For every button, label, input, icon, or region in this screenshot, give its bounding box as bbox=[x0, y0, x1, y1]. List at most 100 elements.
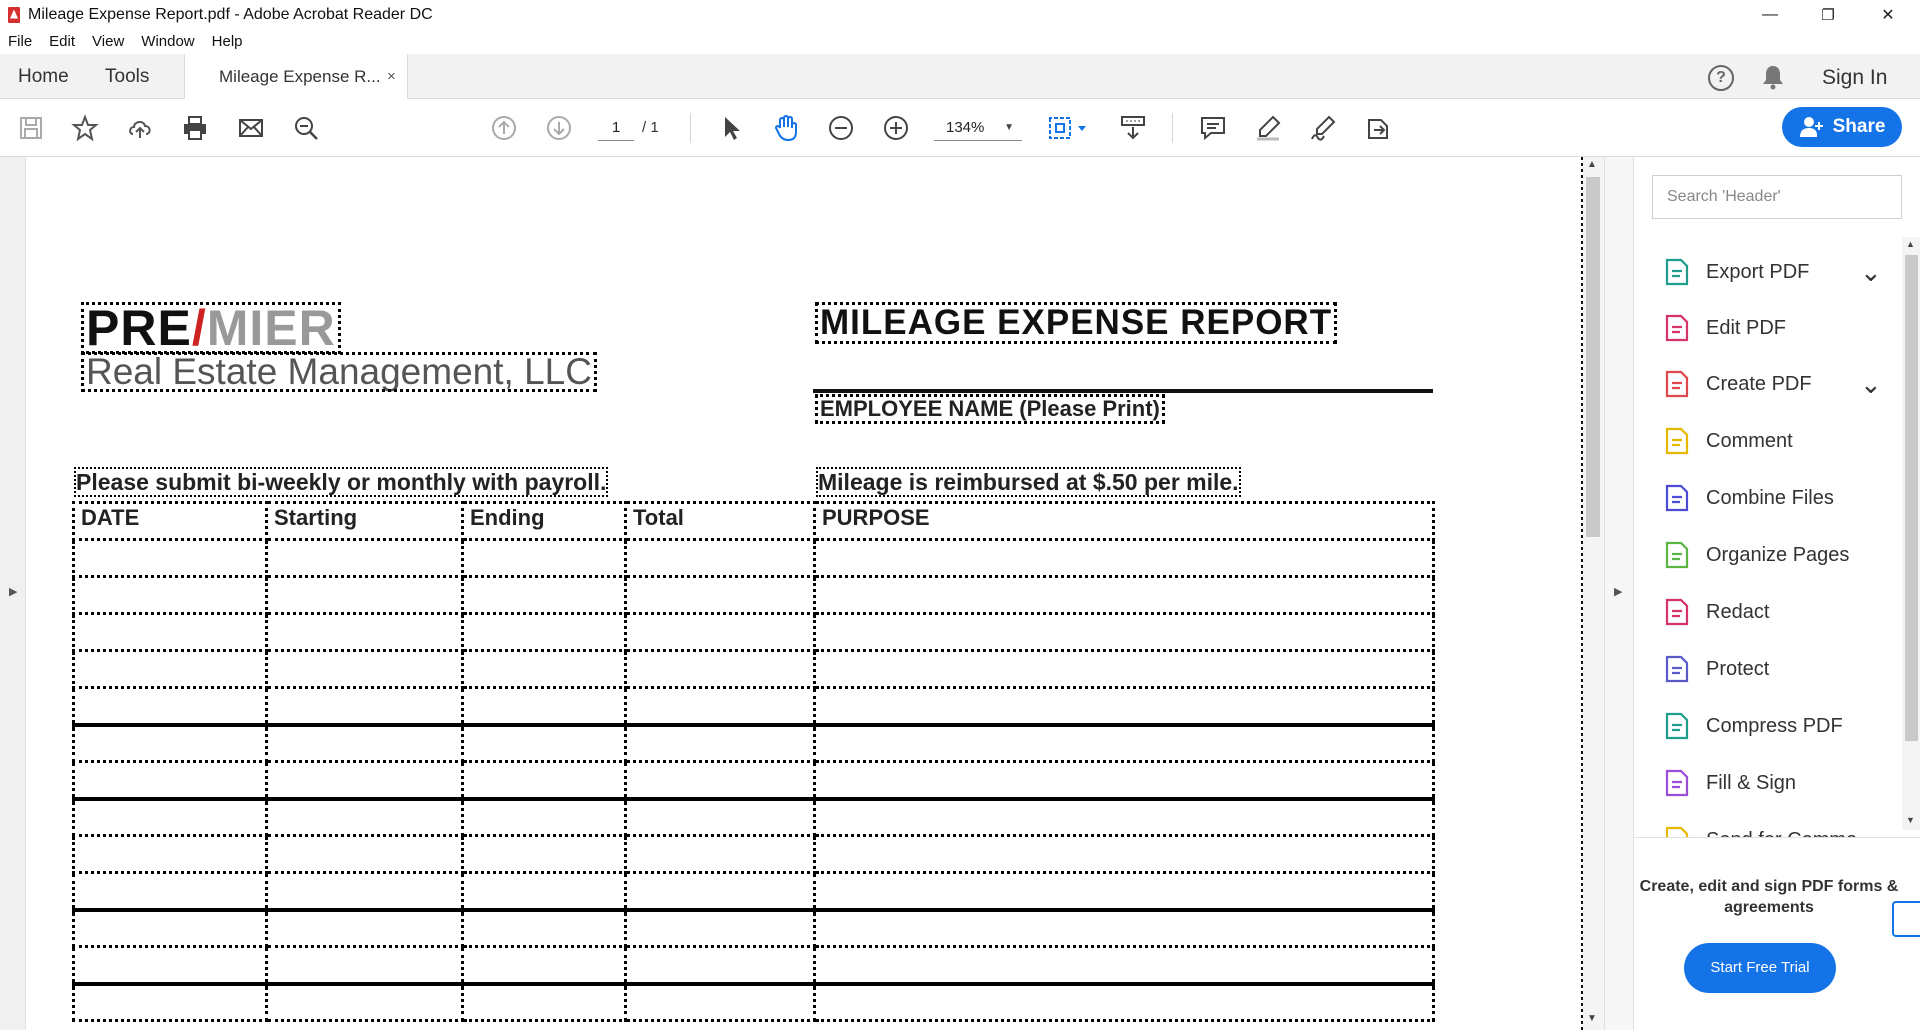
table-cell[interactable] bbox=[624, 575, 816, 615]
scrollbar-thumb[interactable] bbox=[1586, 177, 1600, 537]
table-cell[interactable] bbox=[813, 575, 1435, 615]
table-cell[interactable] bbox=[265, 575, 464, 615]
scroll-down-icon[interactable]: ▼ bbox=[1587, 1013, 1597, 1024]
table-cell[interactable] bbox=[624, 538, 816, 578]
table-cell[interactable] bbox=[72, 612, 268, 652]
tools-search-input[interactable]: Search 'Header' bbox=[1652, 175, 1902, 219]
email-icon[interactable] bbox=[236, 113, 266, 143]
table-cell[interactable] bbox=[265, 612, 464, 652]
table-cell[interactable] bbox=[461, 834, 627, 874]
menu-view[interactable]: View bbox=[92, 33, 124, 50]
table-cell[interactable] bbox=[265, 981, 464, 1022]
print-icon[interactable] bbox=[180, 113, 210, 143]
tool-item-organize-pages[interactable]: Organize Pages bbox=[1634, 530, 1902, 580]
select-cursor-icon[interactable] bbox=[716, 113, 746, 143]
table-cell[interactable] bbox=[265, 796, 464, 837]
tool-item-redact[interactable]: Redact bbox=[1634, 587, 1902, 637]
start-free-trial-button[interactable]: Start Free Trial bbox=[1684, 943, 1836, 993]
tool-item-comment[interactable]: Comment bbox=[1634, 416, 1902, 466]
table-cell[interactable] bbox=[265, 945, 464, 985]
right-panel-toggle-strip[interactable]: ▶ bbox=[1604, 157, 1633, 1030]
table-cell[interactable] bbox=[461, 981, 627, 1022]
table-cell[interactable] bbox=[813, 760, 1435, 800]
table-cell[interactable] bbox=[813, 834, 1435, 874]
table-cell[interactable] bbox=[624, 612, 816, 652]
table-cell[interactable] bbox=[265, 907, 464, 948]
chevron-down-icon[interactable]: ⌄ bbox=[1860, 259, 1882, 285]
menu-help[interactable]: Help bbox=[212, 33, 243, 50]
zoom-select[interactable]: 134% ▼ bbox=[934, 115, 1022, 141]
table-cell[interactable] bbox=[813, 722, 1435, 763]
table-cell[interactable] bbox=[461, 760, 627, 800]
notification-bell-icon[interactable] bbox=[1762, 64, 1784, 90]
document-scrollbar[interactable]: ▲ ▼ bbox=[1583, 157, 1604, 1030]
table-cell[interactable] bbox=[624, 907, 816, 948]
collapse-right-panel-icon[interactable]: ▶ bbox=[1614, 585, 1622, 598]
zoom-out-icon[interactable] bbox=[826, 113, 856, 143]
table-cell[interactable] bbox=[624, 686, 816, 726]
tool-item-fill-sign[interactable]: Fill & Sign bbox=[1634, 758, 1902, 808]
table-cell[interactable] bbox=[72, 722, 268, 763]
table-cell[interactable] bbox=[265, 686, 464, 726]
table-cell[interactable] bbox=[461, 796, 627, 837]
table-cell[interactable] bbox=[72, 871, 268, 911]
menu-edit[interactable]: Edit bbox=[49, 33, 75, 50]
table-cell[interactable] bbox=[461, 907, 627, 948]
table-cell[interactable] bbox=[813, 981, 1435, 1022]
sign-icon[interactable] bbox=[1308, 113, 1338, 143]
search-icon[interactable] bbox=[291, 113, 321, 143]
save-icon[interactable] bbox=[16, 113, 46, 143]
table-cell[interactable] bbox=[265, 722, 464, 763]
tab-home[interactable]: Home bbox=[18, 54, 69, 99]
table-cell[interactable] bbox=[265, 649, 464, 689]
table-cell[interactable] bbox=[72, 945, 268, 985]
scroll-up-icon[interactable]: ▲ bbox=[1587, 159, 1597, 170]
hand-icon[interactable] bbox=[771, 113, 801, 143]
table-cell[interactable] bbox=[813, 796, 1435, 837]
menu-file[interactable]: File bbox=[8, 33, 32, 50]
table-cell[interactable] bbox=[624, 722, 816, 763]
table-cell[interactable] bbox=[461, 612, 627, 652]
page-number-input[interactable]: 1 bbox=[598, 115, 634, 141]
table-cell[interactable] bbox=[624, 796, 816, 837]
table-cell[interactable] bbox=[461, 538, 627, 578]
table-cell[interactable] bbox=[624, 871, 816, 911]
table-cell[interactable] bbox=[72, 834, 268, 874]
tool-item-compress-pdf[interactable]: Compress PDF bbox=[1634, 701, 1902, 751]
table-cell[interactable] bbox=[72, 686, 268, 726]
highlight-icon[interactable] bbox=[1253, 113, 1283, 143]
scroll-up-icon[interactable]: ▲ bbox=[1906, 239, 1915, 249]
minimize-button[interactable]: — bbox=[1742, 0, 1798, 29]
comment-icon[interactable] bbox=[1198, 113, 1228, 143]
tools-scrollbar[interactable]: ▲ ▼ bbox=[1902, 237, 1920, 830]
table-cell[interactable] bbox=[624, 981, 816, 1022]
table-cell[interactable] bbox=[624, 649, 816, 689]
document-viewport[interactable]: PRE/MIER Real Estate Management, LLC MIL… bbox=[26, 157, 1583, 1030]
zoom-in-icon[interactable] bbox=[881, 113, 911, 143]
scroll-down-icon[interactable]: ▼ bbox=[1906, 815, 1915, 825]
teamviewer-icon[interactable] bbox=[1892, 901, 1920, 937]
table-cell[interactable] bbox=[813, 945, 1435, 985]
table-cell[interactable] bbox=[813, 871, 1435, 911]
scrollbar-thumb[interactable] bbox=[1905, 255, 1918, 741]
tab-tools[interactable]: Tools bbox=[105, 54, 149, 99]
table-cell[interactable] bbox=[72, 907, 268, 948]
table-cell[interactable] bbox=[461, 722, 627, 763]
table-cell[interactable] bbox=[265, 834, 464, 874]
table-cell[interactable] bbox=[624, 760, 816, 800]
chevron-down-icon[interactable]: ⌄ bbox=[1860, 371, 1882, 397]
star-icon[interactable] bbox=[70, 113, 100, 143]
table-cell[interactable] bbox=[813, 686, 1435, 726]
restore-button[interactable]: ❐ bbox=[1800, 0, 1856, 29]
fit-page-icon[interactable] bbox=[1046, 113, 1090, 143]
table-cell[interactable] bbox=[461, 871, 627, 911]
menu-window[interactable]: Window bbox=[141, 33, 194, 50]
left-panel-toggle-strip[interactable]: ▶ bbox=[0, 157, 26, 1030]
edit-send-icon[interactable] bbox=[1363, 113, 1393, 143]
tool-item-send-for-comme[interactable]: Send for Comme bbox=[1634, 815, 1902, 837]
tool-item-combine-files[interactable]: Combine Files bbox=[1634, 473, 1902, 523]
tool-item-edit-pdf[interactable]: Edit PDF bbox=[1634, 303, 1902, 353]
table-cell[interactable] bbox=[72, 760, 268, 800]
help-icon[interactable]: ? bbox=[1708, 65, 1734, 91]
expand-left-panel-icon[interactable]: ▶ bbox=[9, 585, 17, 598]
